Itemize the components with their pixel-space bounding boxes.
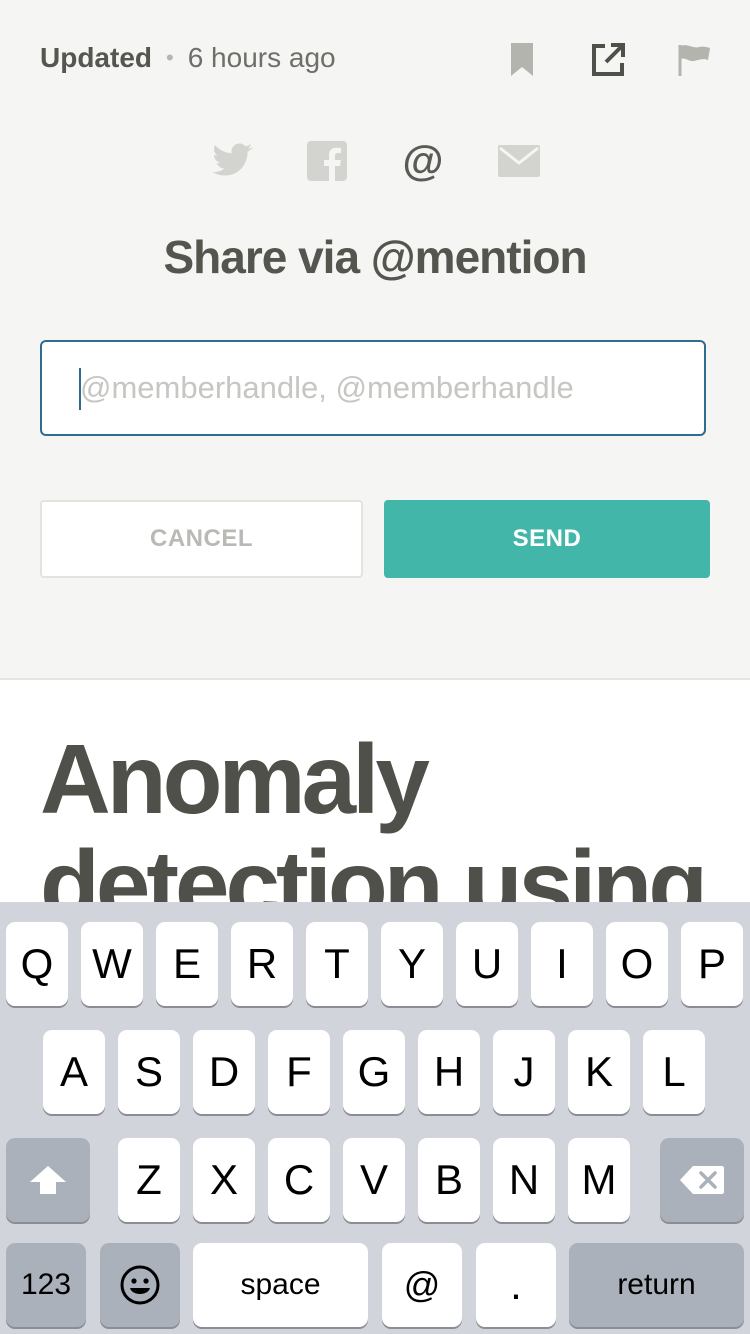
numbers-key[interactable]: 123 [6, 1243, 86, 1327]
key-h[interactable]: H [418, 1030, 480, 1114]
cancel-button[interactable]: CANCEL [40, 500, 363, 578]
key-u[interactable]: U [456, 922, 518, 1006]
key-p[interactable]: P [681, 922, 743, 1006]
key-q[interactable]: Q [6, 922, 68, 1006]
delete-key[interactable] [660, 1138, 744, 1222]
key-j[interactable]: J [493, 1030, 555, 1114]
key-k[interactable]: K [568, 1030, 630, 1114]
key-y[interactable]: Y [381, 922, 443, 1006]
key-d[interactable]: D [193, 1030, 255, 1114]
key-g[interactable]: G [343, 1030, 405, 1114]
flag-icon[interactable] [674, 40, 714, 80]
bookmark-icon[interactable] [502, 40, 542, 80]
at-mention-icon[interactable]: @ [400, 137, 446, 184]
emoji-icon [119, 1264, 161, 1306]
return-key[interactable]: return [569, 1243, 744, 1327]
at-key[interactable]: @ [382, 1243, 462, 1327]
shift-icon [28, 1164, 68, 1196]
share-title: Share via @mention [163, 231, 587, 283]
keyboard: Q W E R T Y U I O P A S D F G H J K L Z … [0, 902, 750, 1334]
key-b[interactable]: B [418, 1138, 480, 1222]
updated-label: Updated [40, 42, 152, 73]
key-m[interactable]: M [568, 1138, 630, 1222]
share-panel: @ Share via @mention CANCEL SEND [0, 120, 750, 678]
emoji-key[interactable] [100, 1243, 180, 1327]
key-z[interactable]: Z [118, 1138, 180, 1222]
key-v[interactable]: V [343, 1138, 405, 1222]
share-options: @ [0, 137, 750, 184]
external-link-icon[interactable] [588, 40, 628, 80]
text-caret [79, 368, 81, 410]
key-l[interactable]: L [643, 1030, 705, 1114]
key-f[interactable]: F [268, 1030, 330, 1114]
key-x[interactable]: X [193, 1138, 255, 1222]
key-t[interactable]: T [306, 922, 368, 1006]
updated-time: 6 hours ago [187, 42, 336, 73]
send-button[interactable]: SEND [384, 500, 710, 578]
key-c[interactable]: C [268, 1138, 330, 1222]
meta-bar: Updated • 6 hours ago [0, 0, 750, 120]
backspace-icon [679, 1164, 725, 1196]
twitter-icon[interactable] [208, 138, 254, 184]
key-w[interactable]: W [81, 922, 143, 1006]
screen: Updated • 6 hours ago @ Share via @menti… [0, 0, 750, 1334]
key-o[interactable]: O [606, 922, 668, 1006]
mention-input[interactable] [40, 340, 706, 436]
facebook-icon[interactable] [304, 138, 350, 184]
updated-info: Updated • 6 hours ago [40, 42, 336, 74]
space-key[interactable]: space [193, 1243, 368, 1327]
key-a[interactable]: A [43, 1030, 105, 1114]
shift-key[interactable] [6, 1138, 90, 1222]
key-n[interactable]: N [493, 1138, 555, 1222]
key-r[interactable]: R [231, 922, 293, 1006]
separator-dot: • [166, 45, 174, 70]
key-e[interactable]: E [156, 922, 218, 1006]
key-i[interactable]: I [531, 922, 593, 1006]
period-key[interactable]: . [476, 1243, 556, 1327]
key-s[interactable]: S [118, 1030, 180, 1114]
article-actions [502, 40, 714, 80]
email-icon[interactable] [496, 138, 542, 184]
